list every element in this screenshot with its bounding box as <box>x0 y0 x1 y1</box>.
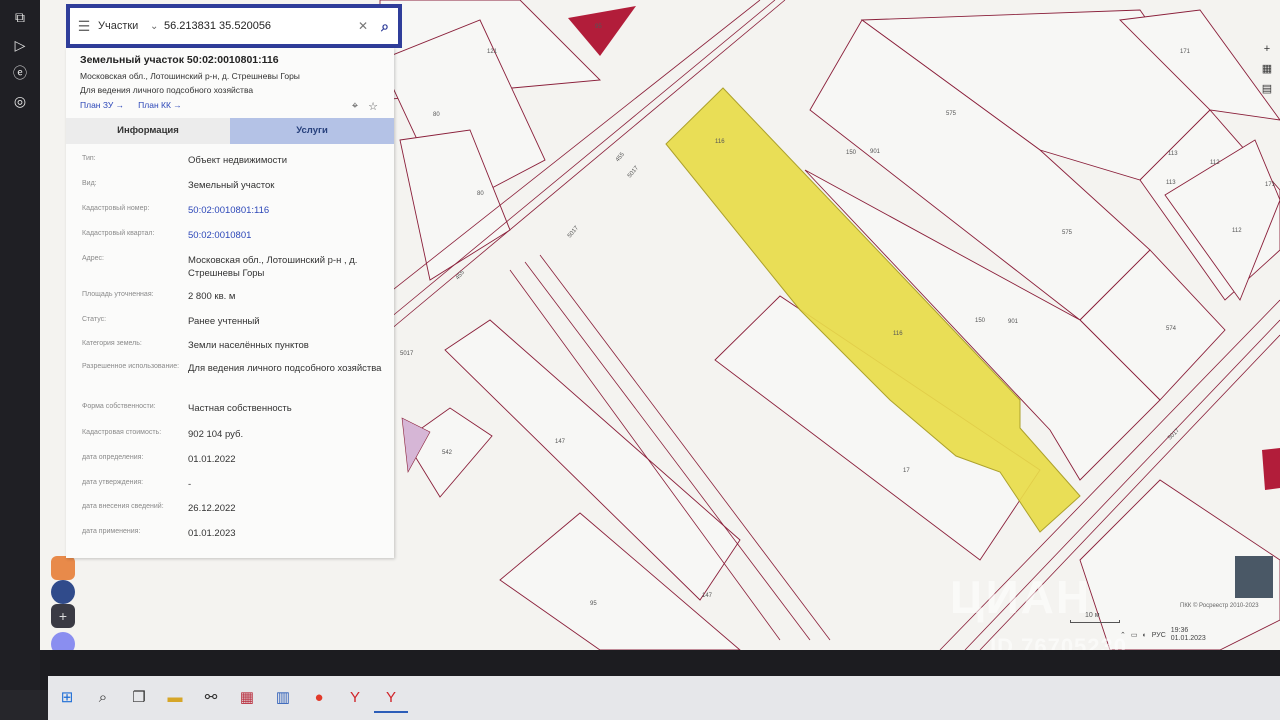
svg-text:542: 542 <box>442 450 453 456</box>
chevron-up-icon[interactable]: ⌃ <box>1120 631 1126 639</box>
windows-start-icon[interactable]: ⊞ <box>50 683 84 713</box>
parcel-address: Московская обл., Лотошинский р-н, д. Стр… <box>80 71 300 81</box>
svg-text:575: 575 <box>1062 230 1073 236</box>
svg-text:150: 150 <box>975 318 986 324</box>
yandex-browser-icon[interactable]: ● <box>302 683 336 713</box>
parcel-use: Для ведения личного подсобного хозяйства <box>80 85 254 95</box>
cadastral-number-link[interactable]: 50:02:0010801:116 <box>188 204 388 217</box>
cadastral-quarter-link[interactable]: 50:02:0010801 <box>188 229 388 242</box>
svg-text:113: 113 <box>1168 151 1178 157</box>
taskbar: ⊞ ⌕ ❐ ▬ ⚯ ▦ ▥ ● Y Y <box>48 676 1280 720</box>
svg-text:17: 17 <box>903 468 910 474</box>
clear-icon[interactable]: ✕ <box>354 19 372 33</box>
svg-text:574: 574 <box>1166 326 1177 332</box>
building-red-right <box>1262 448 1280 490</box>
tab-services[interactable]: Услуги <box>230 118 394 144</box>
plan-kk-link[interactable]: План КК → <box>138 100 182 110</box>
system-tray: ⌃ ▭ ◐ РУС 19:36 01.01.2023 <box>1120 624 1280 646</box>
svg-text:116: 116 <box>893 331 903 337</box>
layers-icon[interactable]: ▦ <box>1258 60 1276 78</box>
tab-information[interactable]: Информация <box>66 118 230 144</box>
star-icon[interactable]: ☆ <box>368 100 378 113</box>
browser-side-rail: ⧉ ▷ ⓔ ◎ + ••• <box>0 0 75 690</box>
svg-text:112: 112 <box>1210 160 1220 166</box>
watermark: ЦИАН ID 76705230 <box>950 570 1170 660</box>
svg-text:575: 575 <box>946 111 957 117</box>
svg-text:113: 113 <box>1166 180 1176 186</box>
svg-text:171: 171 <box>1180 49 1191 55</box>
parcel-title: Земельный участок 50:02:0010801:116 <box>80 54 279 66</box>
add-app-icon[interactable]: + <box>51 604 75 628</box>
svg-text:147: 147 <box>555 439 566 445</box>
building-red-top <box>568 6 636 56</box>
binoculars-icon[interactable]: ⚯ <box>194 683 228 713</box>
lang-indicator[interactable]: РУС <box>1152 632 1166 639</box>
clock[interactable]: 19:36 01.01.2023 <box>1171 627 1206 643</box>
clock-date: 01.01.2023 <box>1170 635 1206 642</box>
menu-icon[interactable]: ☰ <box>70 18 98 35</box>
collections-icon[interactable]: ⧉ <box>9 6 31 28</box>
camera-icon[interactable]: ◎ <box>9 90 31 112</box>
svg-text:80: 80 <box>477 191 484 197</box>
mail-app-icon[interactable] <box>51 556 75 580</box>
search-bar: ☰ Участки ⌄ 56.213831 35.520056 ✕ ⌕ <box>66 4 402 48</box>
svg-text:455: 455 <box>455 269 466 281</box>
svg-text:171: 171 <box>1265 182 1276 188</box>
svg-text:95: 95 <box>595 24 602 30</box>
app-grid-icon[interactable]: ▦ <box>230 683 264 713</box>
yandex-active-icon[interactable]: Y <box>374 683 408 713</box>
zoom-in-icon[interactable]: + <box>1258 40 1276 58</box>
svg-text:5017: 5017 <box>627 165 641 180</box>
yandex-icon[interactable]: Y <box>338 683 372 713</box>
plan-zu-link[interactable]: План ЗУ → <box>80 100 124 110</box>
search-icon[interactable]: ⌕ <box>372 18 398 35</box>
screen: 121 80 80 575 575 574 150 901 150 901 11… <box>0 0 1280 720</box>
svg-text:80: 80 <box>433 112 440 118</box>
search-mode-select[interactable]: Участки <box>98 20 150 32</box>
map-attribution: ПКК © Росреестр 2010-2023 <box>1180 603 1259 609</box>
tools-icon[interactable]: ▤ <box>1258 80 1276 98</box>
svg-text:455: 455 <box>615 151 626 163</box>
calculator-icon[interactable]: ▥ <box>266 683 300 713</box>
svg-text:112: 112 <box>1232 228 1242 234</box>
svg-text:116: 116 <box>715 139 725 145</box>
clock-time: 19:36 <box>1170 627 1189 634</box>
svg-text:147: 147 <box>702 593 713 599</box>
search-input[interactable]: 56.213831 35.520056 <box>164 20 354 32</box>
zoom-to-icon[interactable]: ⌖ <box>352 100 358 113</box>
svg-text:5017: 5017 <box>567 225 581 240</box>
watermark-logo: ЦИАН <box>950 571 1092 623</box>
svg-text:5017: 5017 <box>400 351 414 357</box>
search-icon[interactable]: ⌕ <box>86 683 120 713</box>
volume-icon[interactable]: ◐ <box>1143 632 1147 639</box>
chevron-down-icon[interactable]: ⌄ <box>150 21 164 32</box>
network-icon[interactable]: ▭ <box>1131 631 1138 639</box>
svg-text:901: 901 <box>1008 319 1019 325</box>
alice-icon[interactable] <box>51 580 75 604</box>
svg-text:5017: 5017 <box>1167 427 1181 441</box>
panel-header: Земельный участок 50:02:0010801:116 Моск… <box>66 48 394 118</box>
task-view-icon[interactable]: ❐ <box>122 683 156 713</box>
svg-text:95: 95 <box>590 601 597 607</box>
svg-text:150: 150 <box>846 150 857 156</box>
parcel-info-panel: Земельный участок 50:02:0010801:116 Моск… <box>66 48 394 558</box>
svg-text:901: 901 <box>870 149 881 155</box>
play-icon[interactable]: ▷ <box>9 34 31 56</box>
e-icon[interactable]: ⓔ <box>9 62 31 84</box>
folder-icon[interactable]: ▬ <box>158 683 192 713</box>
minimap[interactable] <box>1235 556 1273 598</box>
svg-text:121: 121 <box>487 49 498 55</box>
